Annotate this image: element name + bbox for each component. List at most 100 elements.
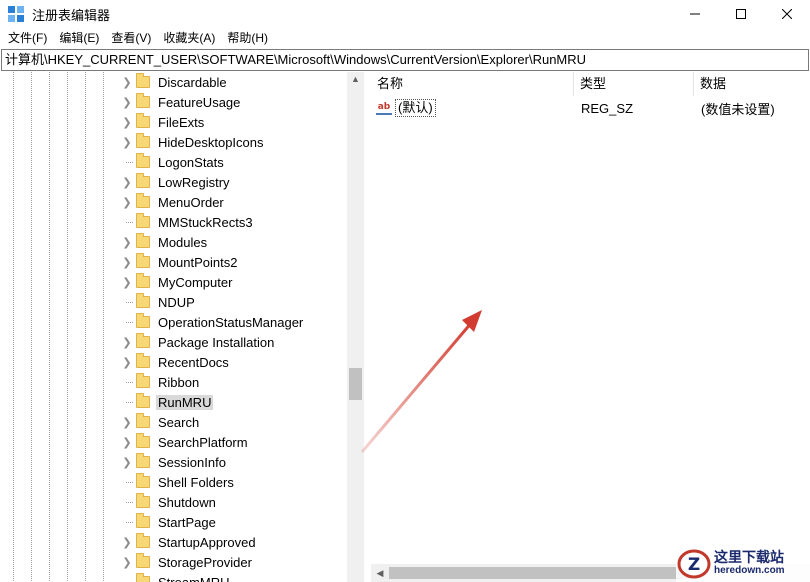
menu-edit[interactable]: 编辑(E) xyxy=(53,28,105,48)
tree-item[interactable]: ❯ MountPoints2 xyxy=(120,252,346,272)
tree-item[interactable]: RunMRU xyxy=(120,392,346,412)
chevron-right-icon[interactable]: ❯ xyxy=(120,172,134,192)
chevron-right-icon[interactable]: ❯ xyxy=(120,532,134,552)
tree-item[interactable]: ❯ SessionInfo xyxy=(120,452,346,472)
folder-icon xyxy=(136,393,150,408)
tree-item[interactable]: ❯ StorageProvider xyxy=(120,552,346,572)
menu-help[interactable]: 帮助(H) xyxy=(221,28,274,48)
tree-item[interactable]: StartPage xyxy=(120,512,346,532)
chevron-right-icon[interactable]: ❯ xyxy=(120,72,134,92)
folder-icon xyxy=(136,253,150,268)
tree-item[interactable]: ❯ MyComputer xyxy=(120,272,346,292)
chevron-right-icon[interactable]: ❯ xyxy=(120,252,134,272)
chevron-right-icon[interactable]: ❯ xyxy=(120,112,134,132)
scroll-up-icon[interactable]: ▲ xyxy=(347,74,364,88)
value-row-default[interactable]: ab (默认) REG_SZ (数值未设置) xyxy=(371,97,810,119)
tree-item[interactable]: Ribbon xyxy=(120,372,346,392)
tree-list: ❯ Discardable ❯ FeatureUsage ❯ FileExts ❯ HideD… xyxy=(120,72,346,582)
chevron-right-icon[interactable]: ❯ xyxy=(120,232,134,252)
tree-vertical-scrollbar[interactable]: ▲ xyxy=(347,72,364,582)
chevron-right-icon[interactable]: ❯ xyxy=(120,92,134,112)
tree-item[interactable]: NDUP xyxy=(120,292,346,312)
folder-icon xyxy=(136,313,150,328)
tree-item-label: MyComputer xyxy=(158,274,233,290)
folder-icon xyxy=(136,473,150,488)
watermark-logo-icon: Z xyxy=(677,549,711,579)
menu-view[interactable]: 查看(V) xyxy=(105,28,157,48)
tree-scroll-thumb[interactable] xyxy=(349,368,362,400)
list-scroll-thumb[interactable] xyxy=(389,567,689,579)
folder-icon xyxy=(136,73,150,88)
tree-connector xyxy=(120,392,134,412)
scroll-left-icon[interactable]: ◀ xyxy=(373,566,387,580)
tree-item[interactable]: StreamMRU xyxy=(120,572,346,582)
chevron-right-icon[interactable]: ❯ xyxy=(120,412,134,432)
tree-item[interactable]: MMStuckRects3 xyxy=(120,212,346,232)
tree-item[interactable]: Shutdown xyxy=(120,492,346,512)
tree-connector xyxy=(120,152,134,172)
column-header-data[interactable]: 数据 xyxy=(694,72,810,96)
column-header-type[interactable]: 类型 xyxy=(574,72,694,96)
tree-item[interactable]: ❯ Discardable xyxy=(120,72,346,92)
tree-item-label: LogonStats xyxy=(158,154,224,170)
menu-favorites[interactable]: 收藏夹(A) xyxy=(157,28,221,48)
chevron-right-icon[interactable]: ❯ xyxy=(120,192,134,212)
tree-item-label: Modules xyxy=(158,234,208,250)
svg-text:Z: Z xyxy=(688,555,700,575)
tree-item-label: Package Installation xyxy=(158,334,275,350)
tree-item[interactable]: ❯ FileExts xyxy=(120,112,346,132)
tree-item-label: StartupApproved xyxy=(158,534,256,550)
chevron-right-icon[interactable]: ❯ xyxy=(120,272,134,292)
tree-item[interactable]: ❯ Search xyxy=(120,412,346,432)
tree-item[interactable]: ❯ StartupApproved xyxy=(120,532,346,552)
watermark-text: 这里下载站 heredown.com xyxy=(714,548,785,577)
folder-icon xyxy=(136,333,150,348)
tree-item[interactable]: Shell Folders xyxy=(120,472,346,492)
chevron-right-icon[interactable]: ❯ xyxy=(120,352,134,372)
tree-item[interactable]: ❯ Package Installation xyxy=(120,332,346,352)
column-header-name[interactable]: 名称 xyxy=(371,72,574,96)
tree-item[interactable]: ❯ LowRegistry xyxy=(120,172,346,192)
folder-icon xyxy=(136,533,150,548)
tree-item[interactable]: ❯ Modules xyxy=(120,232,346,252)
folder-icon xyxy=(136,413,150,428)
tree-item[interactable]: ❯ FeatureUsage xyxy=(120,92,346,112)
tree-item-label: Shutdown xyxy=(158,494,216,510)
menu-file[interactable]: 文件(F) xyxy=(2,28,53,48)
maximize-button[interactable] xyxy=(718,0,764,28)
watermark: Z 这里下载站 heredown.com xyxy=(676,544,810,582)
tree-item-label: SessionInfo xyxy=(158,454,226,470)
folder-icon xyxy=(136,493,150,508)
regedit-app-icon xyxy=(8,6,24,22)
chevron-right-icon[interactable]: ❯ xyxy=(120,332,134,352)
chevron-right-icon[interactable]: ❯ xyxy=(120,552,134,572)
folder-icon xyxy=(136,433,150,448)
minimize-button[interactable] xyxy=(672,0,718,28)
tree-item-label: HideDesktopIcons xyxy=(158,134,264,150)
chevron-right-icon[interactable]: ❯ xyxy=(120,132,134,152)
watermark-cn: 这里下载站 xyxy=(714,548,784,565)
chevron-right-icon[interactable]: ❯ xyxy=(120,432,134,452)
title-bar: 注册表编辑器 xyxy=(0,0,810,28)
watermark-en: heredown.com xyxy=(714,565,785,577)
tree-item-label: FeatureUsage xyxy=(158,94,241,110)
tree-connector xyxy=(120,492,134,512)
tree-item[interactable]: ❯ HideDesktopIcons xyxy=(120,132,346,152)
tree-item[interactable]: LogonStats xyxy=(120,152,346,172)
tree-item-label: StartPage xyxy=(158,514,216,530)
tree-item[interactable]: OperationStatusManager xyxy=(120,312,346,332)
tree-item[interactable]: ❯ SearchPlatform xyxy=(120,432,346,452)
tree-item-label: SearchPlatform xyxy=(158,434,248,450)
close-icon xyxy=(782,9,792,19)
tree-connector xyxy=(120,212,134,232)
folder-icon xyxy=(136,573,150,582)
chevron-right-icon[interactable]: ❯ xyxy=(120,452,134,472)
window-title: 注册表编辑器 xyxy=(32,7,111,23)
folder-icon xyxy=(136,273,150,288)
tree-item[interactable]: ❯ RecentDocs xyxy=(120,352,346,372)
menu-bar: 文件(F) 编辑(E) 查看(V) 收藏夹(A) 帮助(H) xyxy=(0,28,810,48)
address-bar[interactable]: 计算机\HKEY_CURRENT_USER\SOFTWARE\Microsoft… xyxy=(1,49,809,71)
close-button[interactable] xyxy=(764,0,810,28)
tree-item[interactable]: ❯ MenuOrder xyxy=(120,192,346,212)
folder-icon xyxy=(136,113,150,128)
